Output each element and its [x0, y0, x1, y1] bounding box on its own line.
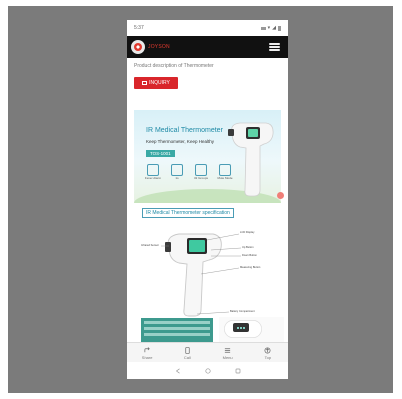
phone-icon — [184, 346, 191, 354]
status-bar: 5:37 ▾ ◢ — [127, 20, 288, 36]
status-icons: ▾ ◢ — [260, 25, 281, 31]
inquiry-button[interactable]: INQUIRY — [134, 77, 178, 89]
top-header-bar: JOYSON — [127, 36, 288, 58]
brand-logo-icon — [131, 40, 145, 54]
home-icon[interactable] — [204, 367, 211, 374]
signal-icon: ◢ — [272, 25, 276, 31]
banner-feature-row: Fever Alarm 1s 32 Groups Mute Mode — [144, 164, 234, 180]
fever-alarm-icon — [147, 164, 159, 176]
nav-label: Share — [141, 354, 153, 360]
feature-item: 32 Groups — [192, 164, 210, 180]
feature-label: Fever Alarm — [144, 176, 162, 180]
nav-menu[interactable]: Menu — [214, 347, 242, 360]
diagram-label-battery: Battery Compartment — [230, 310, 255, 313]
system-navigation-bar — [127, 362, 288, 379]
menu-grid-icon — [224, 347, 231, 354]
brand-logo[interactable]: JOYSON — [131, 40, 170, 54]
bottom-navigation-bar: Share Call Menu Top — [127, 342, 288, 363]
detail-image-panel — [137, 317, 217, 343]
product-description-heading: Product description of Thermometer — [134, 63, 214, 69]
specification-diagram: Infrared Sensor LCD Display Up Button Do… — [139, 218, 279, 318]
diagram-label-probe: Infrared Sensor — [141, 244, 159, 247]
sim-icon — [260, 26, 266, 30]
memory-icon — [195, 164, 207, 176]
product-detail-images — [137, 317, 284, 343]
recents-icon[interactable] — [235, 368, 241, 374]
phone-screen: 5:37 ▾ ◢ JOYSON Product description of T… — [127, 20, 288, 379]
feature-item: Fever Alarm — [144, 164, 162, 180]
back-icon[interactable] — [175, 368, 181, 374]
nav-label: Menu — [222, 354, 233, 360]
wifi-icon: ▾ — [267, 25, 271, 31]
share-icon — [144, 346, 151, 354]
nav-label: Call — [183, 354, 191, 360]
status-time: 5:37 — [134, 25, 144, 31]
feature-item: 1s — [168, 164, 186, 180]
diagram-label-lcd: LCD Display — [240, 231, 255, 234]
diagram-label-down-button: Down Button — [242, 254, 257, 257]
specification-heading: IR Medical Thermometer specification — [142, 208, 234, 218]
nav-call[interactable]: Call — [173, 346, 201, 360]
one-second-icon — [171, 164, 183, 176]
hamburger-menu-icon[interactable] — [269, 43, 280, 51]
feature-label: 1s — [175, 176, 179, 180]
battery-icon — [278, 25, 281, 31]
nav-share[interactable]: Share — [133, 346, 161, 360]
banner-model-badge: TOS-1001 — [146, 150, 175, 157]
inquiry-label: INQUIRY — [149, 80, 170, 86]
nav-top[interactable]: Top — [254, 347, 282, 360]
envelope-icon — [142, 81, 148, 85]
brand-name: JOYSON — [148, 44, 170, 50]
detail-image-closeup — [219, 317, 284, 343]
product-banner-image: IR Medical Thermometer Keep Thermometer,… — [134, 110, 281, 203]
nav-label: Top — [264, 354, 272, 360]
thermometer-illustration — [228, 122, 274, 197]
banner-title: IR Medical Thermometer — [146, 127, 223, 134]
feature-label: 32 Groups — [193, 176, 208, 180]
diagram-label-measuring-button: Measuring Button — [240, 266, 261, 269]
banner-subtitle: Keep Thermometer, Keep Healthy — [146, 139, 214, 144]
diagram-label-up-button: Up Button — [242, 246, 254, 249]
banner-indicator-dot[interactable] — [277, 192, 284, 199]
top-arrow-icon — [264, 347, 271, 354]
